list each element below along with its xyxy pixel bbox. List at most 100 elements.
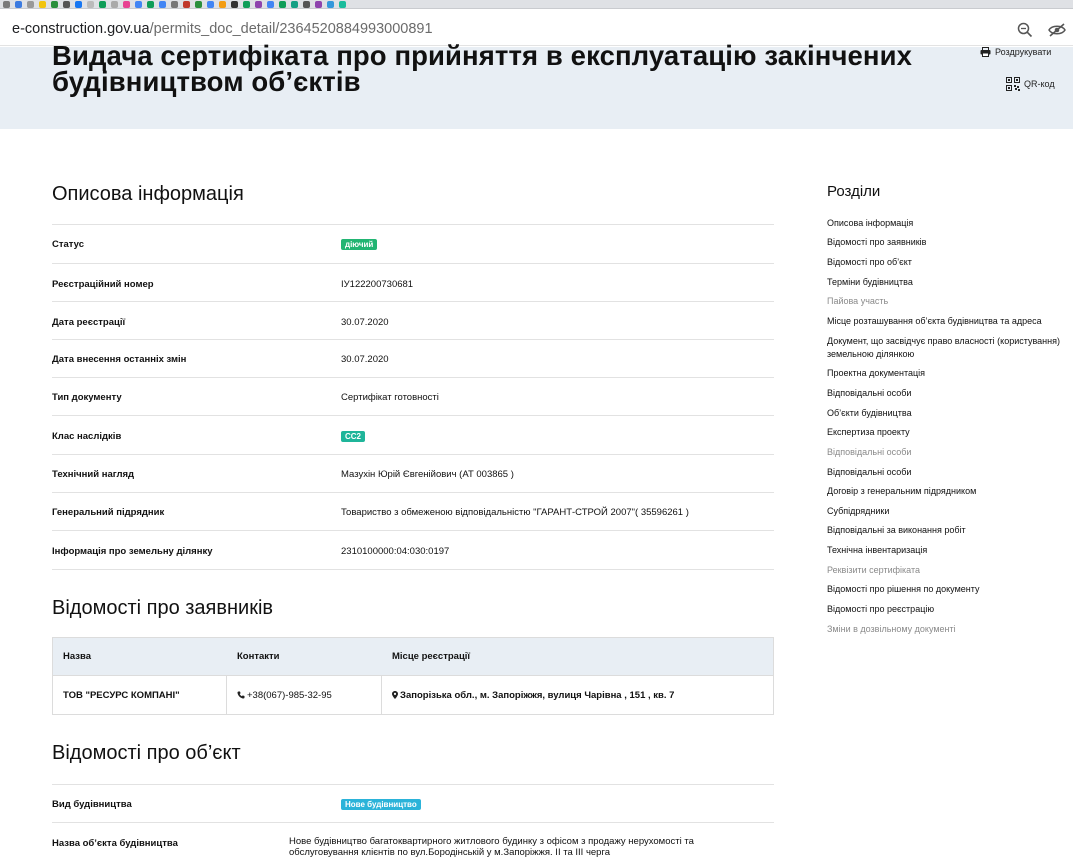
- qr-label: QR-код: [1024, 79, 1055, 89]
- tab-favicon-icon[interactable]: [255, 1, 262, 8]
- tab-favicon-icon[interactable]: [147, 1, 154, 8]
- col-header-name: Назва: [63, 651, 91, 662]
- tab-favicon-icon[interactable]: [279, 1, 286, 8]
- section-title-applicants: Відомості про заявників: [52, 597, 274, 619]
- tab-favicon-icon[interactable]: [195, 1, 202, 8]
- info-row-status: Статус діючий: [52, 224, 774, 263]
- tab-favicon-icon[interactable]: [243, 1, 250, 8]
- tab-favicon-icon[interactable]: [183, 1, 190, 8]
- sidebar-item[interactable]: Об’єкти будівництва: [827, 407, 1067, 420]
- supervision-value: Мазухін Юрій Євгенійович (АТ 003865 ): [341, 469, 514, 480]
- print-button[interactable]: Роздрукувати: [980, 47, 1051, 57]
- applicant-phone[interactable]: +38(067)-985-32-95: [237, 690, 332, 701]
- zoom-out-icon[interactable]: [1017, 22, 1033, 38]
- last-change-value: 30.07.2020: [341, 354, 389, 365]
- info-row-contractor: Генеральний підрядник Товариство з обмеж…: [52, 492, 774, 530]
- status-label: Статус: [52, 239, 85, 250]
- object-name-value: Нове будівництво багатоквартирного житло…: [289, 836, 694, 858]
- tab-favicon-icon[interactable]: [27, 1, 34, 8]
- tab-favicon-icon[interactable]: [219, 1, 226, 8]
- info-row-class: Клас наслідків СС2: [52, 415, 774, 454]
- tab-favicon-icon[interactable]: [63, 1, 70, 8]
- qr-code-icon: [1006, 77, 1020, 91]
- qr-code-button[interactable]: QR-код: [1006, 77, 1055, 91]
- tab-favicon-icon[interactable]: [99, 1, 106, 8]
- tab-favicon-icon[interactable]: [15, 1, 22, 8]
- column-divider: [381, 676, 382, 714]
- tab-favicon-icon[interactable]: [87, 1, 94, 8]
- tab-favicon-icon[interactable]: [315, 1, 322, 8]
- info-row-supervision: Технічний нагляд Мазухін Юрій Євгенійови…: [52, 454, 774, 492]
- phone-icon: [237, 691, 245, 699]
- sidebar-item[interactable]: Пайова участь: [827, 295, 1067, 308]
- sidebar-item[interactable]: Реквізити сертифіката: [827, 564, 1067, 577]
- sidebar-item[interactable]: Документ, що засвідчує право власності (…: [827, 335, 1067, 361]
- object-name-label: Назва об’єкта будівництва: [52, 838, 178, 849]
- tab-favicon-icon[interactable]: [159, 1, 166, 8]
- section-title-object: Відомості про об’єкт: [52, 742, 241, 764]
- info-row-doc-type: Тип документу Сертифікат готовності: [52, 377, 774, 415]
- tab-favicon-icon[interactable]: [51, 1, 58, 8]
- sidebar-item[interactable]: Технічна інвентаризація: [827, 544, 1067, 557]
- sidebar-item[interactable]: Відповідальні особи: [827, 387, 1067, 400]
- applicant-name: ТОВ "РЕСУРС КОМПАНІ": [63, 690, 180, 701]
- tab-favicon-icon[interactable]: [303, 1, 310, 8]
- tab-favicon-icon[interactable]: [291, 1, 298, 8]
- tab-favicon-icon[interactable]: [111, 1, 118, 8]
- sidebar-item[interactable]: Описова інформація: [827, 217, 1067, 230]
- supervision-label: Технічний нагляд: [52, 469, 135, 480]
- build-type-badge: Нове будівництво: [341, 799, 421, 810]
- url-domain: e-construction.gov.ua: [12, 21, 150, 37]
- tab-favicon-icon[interactable]: [39, 1, 46, 8]
- sidebar-item[interactable]: Зміни в дозвільному документі: [827, 623, 1067, 636]
- printer-icon: [980, 47, 991, 57]
- section-title-description: Описова інформація: [52, 183, 244, 205]
- tab-favicon-icon[interactable]: [327, 1, 334, 8]
- tab-favicon-icon[interactable]: [75, 1, 82, 8]
- tab-favicon-icon[interactable]: [339, 1, 346, 8]
- sidebar-item[interactable]: Субпідрядники: [827, 505, 1067, 518]
- sidebar-item[interactable]: Відомості про заявників: [827, 236, 1067, 249]
- print-label: Роздрукувати: [995, 47, 1052, 57]
- sidebar-item[interactable]: Відомості про рішення по документу: [827, 583, 1067, 596]
- divider: [52, 569, 774, 570]
- info-row-reg-date: Дата реєстрації 30.07.2020: [52, 301, 774, 339]
- sidebar-item[interactable]: Договір з генеральним підрядником: [827, 485, 1067, 498]
- tab-favicon-icon[interactable]: [171, 1, 178, 8]
- sidebar-item[interactable]: Відомості про реєстрацію: [827, 603, 1067, 616]
- sidebar-item[interactable]: Експертиза проекту: [827, 426, 1067, 439]
- tracking-protection-eye-off-icon[interactable]: [1048, 22, 1066, 38]
- tab-favicon-icon[interactable]: [123, 1, 130, 8]
- sidebar-item[interactable]: Місце розташування об’єкта будівництва т…: [827, 315, 1067, 328]
- tab-favicon-icon[interactable]: [267, 1, 274, 8]
- browser-tab-strip[interactable]: [0, 0, 1073, 9]
- tab-favicon-icon[interactable]: [231, 1, 238, 8]
- page-title: Видача сертифіката про прийняття в експл…: [52, 40, 913, 97]
- reg-date-value: 30.07.2020: [341, 317, 389, 328]
- applicant-address-text: Запорізька обл., м. Запоріжжя, вулиця Ча…: [400, 690, 675, 701]
- url-text[interactable]: e-construction.gov.ua/permits_doc_detail…: [12, 21, 433, 37]
- sidebar-item[interactable]: Відповідальні особи: [827, 466, 1067, 479]
- sidebar-item[interactable]: Проектна документація: [827, 367, 1067, 380]
- sidebar-item[interactable]: Терміни будівництва: [827, 276, 1067, 289]
- info-row-reg-number: Реєстраційний номер ІУ122200730681: [52, 263, 774, 301]
- doc-type-value: Сертифікат готовності: [341, 392, 439, 403]
- sidebar-item[interactable]: Відповідальні за виконання робіт: [827, 524, 1067, 537]
- page-header: Видача сертифіката про прийняття в експл…: [0, 42, 1073, 129]
- build-type-label: Вид будівництва: [52, 799, 132, 810]
- contractor-label: Генеральний підрядник: [52, 507, 165, 518]
- tab-favicon-icon[interactable]: [207, 1, 214, 8]
- class-badge: СС2: [341, 431, 366, 442]
- last-change-label: Дата внесення останніх змін: [52, 354, 187, 365]
- info-row-build-type: Вид будівництва Нове будівництво: [52, 784, 774, 822]
- applicant-address: Запорізька обл., м. Запоріжжя, вулиця Ча…: [392, 690, 674, 701]
- reg-date-label: Дата реєстрації: [52, 317, 126, 328]
- sidebar-item[interactable]: Відповідальні особи: [827, 446, 1067, 459]
- tab-favicon-icon[interactable]: [3, 1, 10, 8]
- contractor-value: Товариство з обмеженою відповідальністю …: [341, 507, 689, 518]
- sidebar-item[interactable]: Відомості про об’єкт: [827, 256, 1067, 269]
- url-path: /permits_doc_detail/2364520884993000891: [149, 21, 433, 37]
- col-header-contacts: Контакти: [237, 651, 280, 662]
- info-row-last-change: Дата внесення останніх змін 30.07.2020: [52, 339, 774, 377]
- tab-favicon-icon[interactable]: [135, 1, 142, 8]
